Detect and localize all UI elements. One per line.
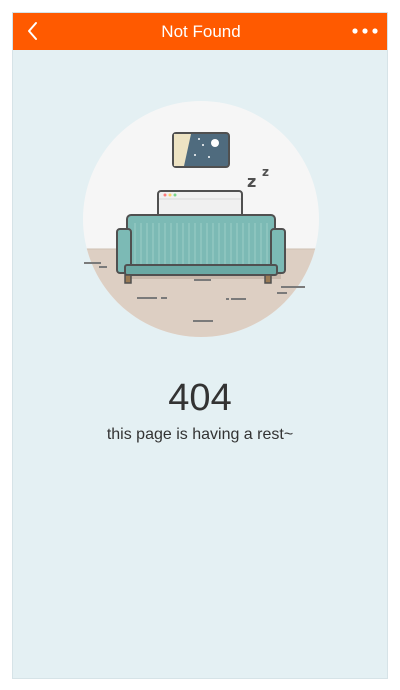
wall-picture bbox=[172, 132, 230, 168]
page-title: Not Found bbox=[161, 22, 241, 41]
svg-text:z: z bbox=[262, 165, 269, 179]
phone-screen: Not Found z z 404 this page is having a … bbox=[12, 12, 388, 679]
more-button[interactable] bbox=[351, 21, 379, 41]
svg-text:z: z bbox=[247, 172, 256, 191]
sleeping-sofa-illustration: z z bbox=[83, 101, 319, 337]
more-dots-icon bbox=[352, 28, 378, 34]
error-message: this page is having a rest~ bbox=[106, 426, 294, 443]
navbar: Not Found bbox=[13, 13, 387, 50]
error-code: 404 bbox=[168, 377, 232, 419]
